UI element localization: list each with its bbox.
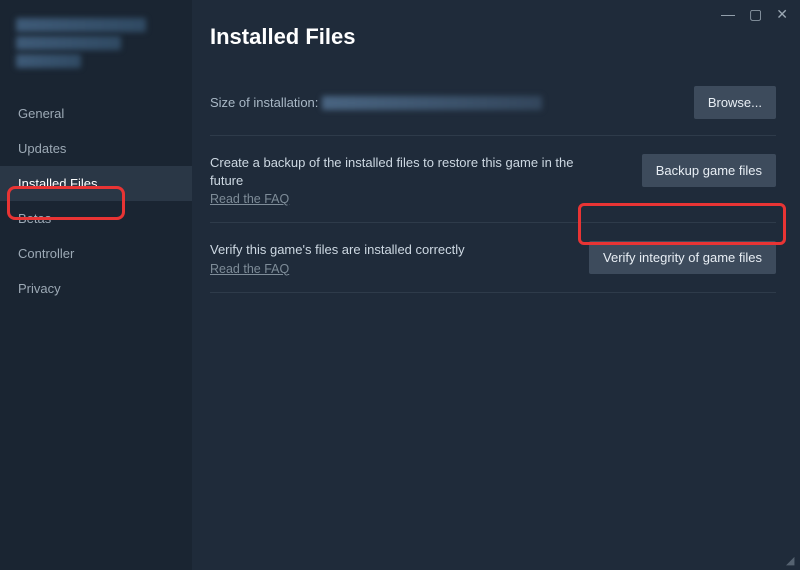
backup-game-files-button[interactable]: Backup game files [642, 154, 776, 187]
sidebar: General Updates Installed Files Betas Co… [0, 0, 192, 570]
page-title: Installed Files [210, 24, 776, 50]
main-panel: — ▢ ✕ Installed Files Size of installati… [192, 0, 800, 570]
size-row: Size of installation: Browse... [210, 76, 776, 129]
window-controls: — ▢ ✕ [721, 0, 800, 28]
close-icon[interactable]: ✕ [776, 7, 788, 21]
verify-desc: Verify this game's files are installed c… [210, 241, 577, 259]
sidebar-item-label: Updates [18, 141, 66, 156]
backup-faq-link[interactable]: Read the FAQ [210, 192, 289, 206]
sidebar-item-label: Betas [18, 211, 51, 226]
sidebar-item-label: Privacy [18, 281, 61, 296]
sidebar-nav: General Updates Installed Files Betas Co… [0, 96, 192, 306]
sidebar-item-label: Controller [18, 246, 74, 261]
sidebar-item-label: General [18, 106, 64, 121]
maximize-icon[interactable]: ▢ [749, 7, 762, 21]
size-label: Size of installation: [210, 95, 318, 110]
verify-faq-link[interactable]: Read the FAQ [210, 262, 289, 276]
sidebar-item-controller[interactable]: Controller [0, 236, 192, 271]
sidebar-item-privacy[interactable]: Privacy [0, 271, 192, 306]
sidebar-item-updates[interactable]: Updates [0, 131, 192, 166]
minimize-icon[interactable]: — [721, 7, 735, 21]
browse-button[interactable]: Browse... [694, 86, 776, 119]
sidebar-item-general[interactable]: General [0, 96, 192, 131]
backup-desc: Create a backup of the installed files t… [210, 154, 590, 190]
sidebar-item-betas[interactable]: Betas [0, 201, 192, 236]
sidebar-item-installed-files[interactable]: Installed Files [0, 166, 192, 201]
verify-integrity-button[interactable]: Verify integrity of game files [589, 241, 776, 274]
size-value-redacted [322, 96, 542, 110]
verify-section: Verify this game's files are installed c… [210, 229, 776, 285]
backup-section: Create a backup of the installed files t… [210, 142, 776, 216]
resize-grip-icon: ◢ [786, 556, 798, 568]
sidebar-item-label: Installed Files [18, 176, 97, 191]
game-title-redacted [0, 18, 192, 86]
